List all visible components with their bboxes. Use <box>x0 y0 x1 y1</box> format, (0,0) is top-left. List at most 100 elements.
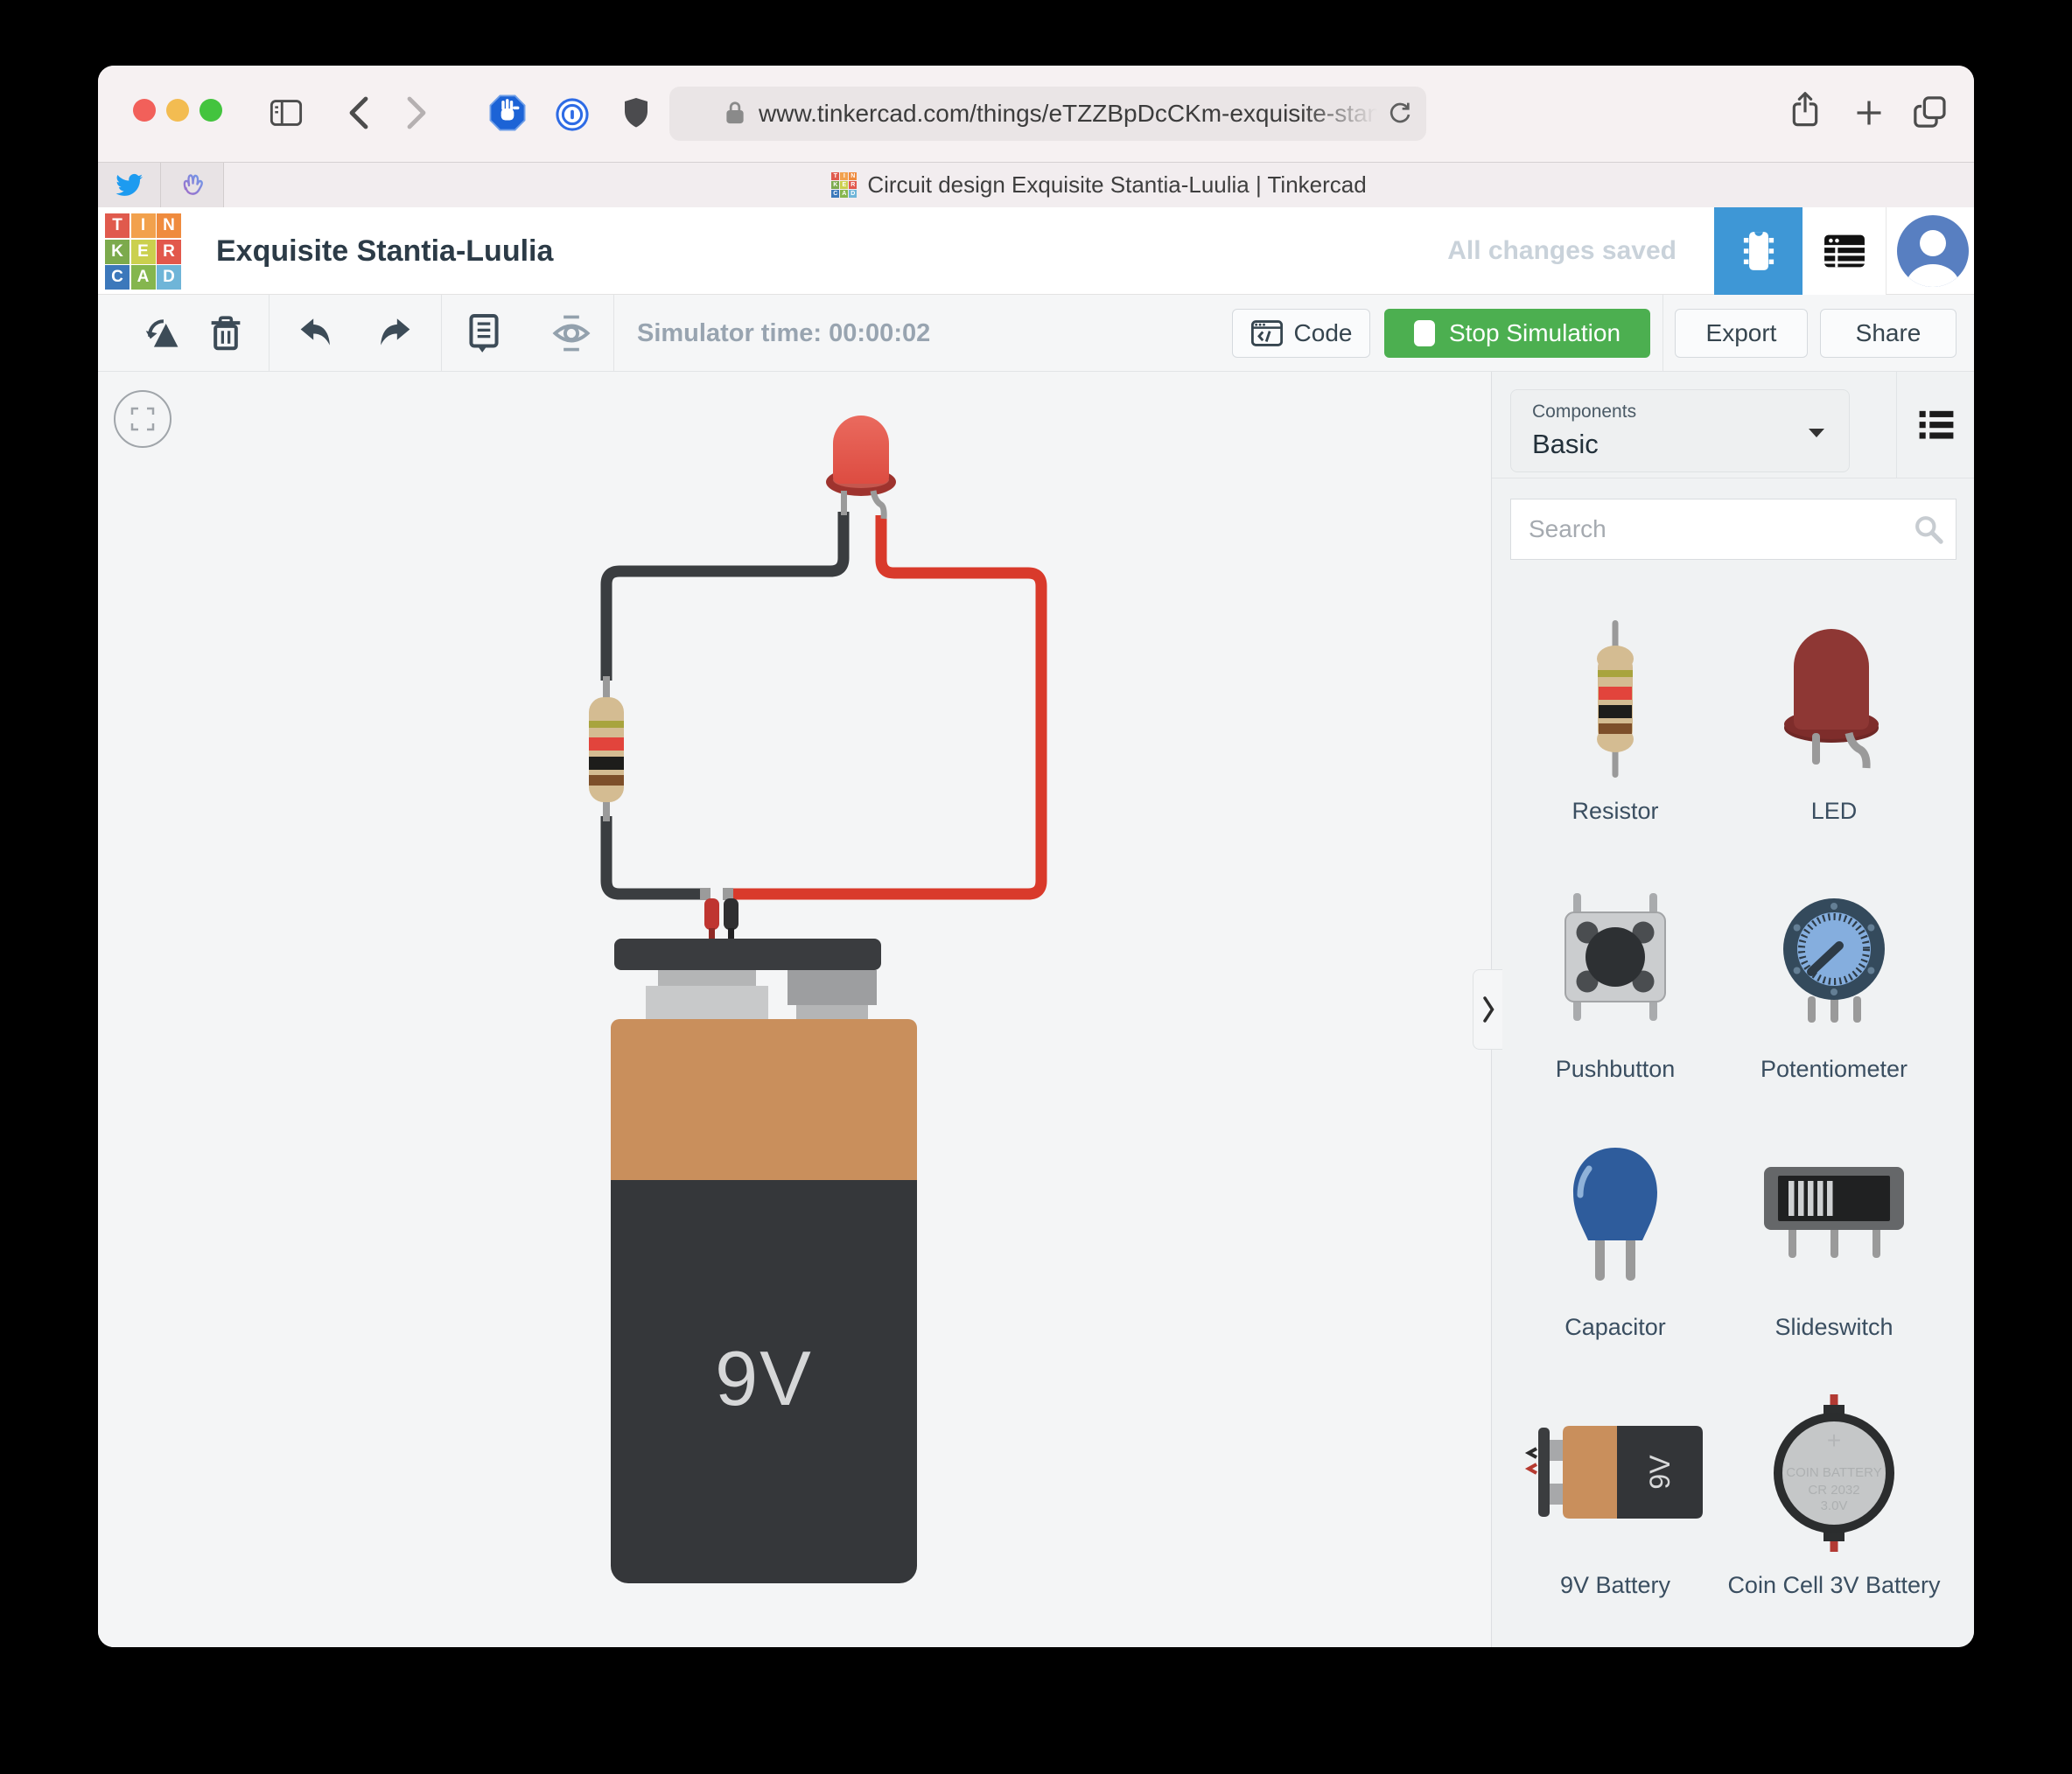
components-dropdown[interactable]: Components Basic <box>1510 389 1850 472</box>
toolbar-separator <box>613 295 614 372</box>
list-view-button[interactable] <box>1910 399 1963 451</box>
search-input[interactable] <box>1510 499 1956 560</box>
component-item-potentiometer[interactable]: Potentiometer <box>1725 871 1943 1087</box>
share-button[interactable]: Share <box>1820 309 1956 358</box>
resistor-icon <box>1588 613 1642 785</box>
black-wire[interactable] <box>600 512 850 681</box>
component-list-view-button[interactable] <box>1802 207 1886 295</box>
content-blocker-extension-icon[interactable] <box>488 94 527 132</box>
undo-icon[interactable] <box>294 312 336 354</box>
panel-header-separator <box>1896 372 1897 478</box>
coin-cell-icon: + COIN BATTERY CR 2032 3.0V <box>1768 1387 1900 1559</box>
visibility-icon[interactable] <box>550 312 592 354</box>
component-item-9v-battery[interactable]: 9V 9V Battery <box>1506 1387 1725 1603</box>
component-item-capacitor[interactable]: Capacitor <box>1506 1129 1725 1345</box>
battery-terminal <box>796 1005 868 1019</box>
components-dropdown-value: Basic <box>1532 429 1599 459</box>
delete-icon[interactable] <box>205 312 247 354</box>
active-tab[interactable]: TIN KER CAD Circuit design Exquisite Sta… <box>224 163 1974 207</box>
component-item-resistor[interactable]: Resistor <box>1506 613 1725 829</box>
tinkercad-logo[interactable]: TIN KER CAD <box>105 213 181 290</box>
resistor-band <box>589 775 624 786</box>
tab-overview-icon[interactable] <box>1911 94 1948 130</box>
component-item-led[interactable]: LED <box>1725 613 1943 829</box>
lock-icon <box>725 99 745 129</box>
positive-lead-plug <box>704 898 719 930</box>
negative-lead-plug <box>724 898 738 930</box>
chevron-right-icon <box>1482 996 1494 1023</box>
table-icon <box>1824 234 1865 268</box>
twitter-icon <box>115 173 143 196</box>
password-manager-extension-icon[interactable] <box>555 97 590 132</box>
resistor-band <box>589 737 624 751</box>
forward-button-icon[interactable] <box>406 95 429 130</box>
desktop-background: www.tinkercad.com/things/eTZZBpDcCKm-exq… <box>0 0 2072 1774</box>
battery-voltage-label: 9V <box>715 1335 813 1421</box>
resistor-lead <box>603 676 610 699</box>
person-icon <box>1906 230 1960 287</box>
panel-collapse-handle[interactable] <box>1473 969 1502 1050</box>
code-icon <box>1250 320 1283 346</box>
shield-extension-icon[interactable] <box>621 95 651 130</box>
address-bar[interactable]: www.tinkercad.com/things/eTZZBpDcCKm-exq… <box>669 87 1426 141</box>
simulator-time: Simulator time: 00:00:02 <box>637 318 931 347</box>
chevron-down-icon <box>1807 427 1826 444</box>
design-title[interactable]: Exquisite Stantia-Luulia <box>216 207 553 295</box>
safari-window: www.tinkercad.com/things/eTZZBpDcCKm-exq… <box>98 66 1974 1647</box>
simulation-toolbar: Simulator time: 00:00:02 Code Stop Simul… <box>98 295 1974 372</box>
black-wire[interactable] <box>600 816 705 900</box>
tinkercad-favicon: TIN KER CAD <box>831 172 858 198</box>
fullscreen-button[interactable] <box>200 99 222 122</box>
user-avatar[interactable] <box>1897 215 1969 287</box>
svg-text:COIN BATTERY: COIN BATTERY <box>1786 1465 1881 1480</box>
components-panel: Components Basic Search Resistor LED Pus… <box>1491 372 1974 1647</box>
battery-terminal <box>646 986 768 1019</box>
battery-body: 9V <box>611 1019 917 1583</box>
rotate-icon[interactable] <box>142 312 184 354</box>
component-item-coin-cell[interactable]: + COIN BATTERY CR 2032 3.0V Coin Cell 3V… <box>1725 1387 1943 1603</box>
circuit-view-button[interactable] <box>1714 207 1802 295</box>
close-button[interactable] <box>133 99 156 122</box>
redo-icon[interactable] <box>374 312 416 354</box>
slideswitch-icon <box>1757 1129 1911 1301</box>
stop-simulation-button[interactable]: Stop Simulation <box>1384 309 1650 358</box>
list-icon <box>1919 410 1954 439</box>
sidebar-toggle-icon[interactable] <box>270 98 303 128</box>
chip-icon <box>1743 232 1774 270</box>
component-search <box>1510 499 1956 560</box>
resistor-band <box>589 757 624 770</box>
circuit-canvas[interactable]: 9V <box>98 372 1491 1647</box>
export-button[interactable]: Export <box>1675 309 1808 358</box>
svg-text:9V: 9V <box>1644 1455 1676 1490</box>
battery-9v-icon: 9V <box>1521 1387 1710 1559</box>
battery-terminal <box>788 970 877 1005</box>
led-cathode-leg <box>841 491 847 515</box>
potentiometer-icon <box>1768 871 1900 1043</box>
share-icon[interactable] <box>1788 90 1822 130</box>
minimize-button[interactable] <box>166 99 189 122</box>
pinned-tab-hand-app[interactable] <box>161 163 224 207</box>
tinkercad-header: TIN KER CAD Exquisite Stantia-Luulia All… <box>98 207 1974 295</box>
notes-icon[interactable] <box>463 312 505 354</box>
panel-header: Components Basic <box>1492 372 1974 478</box>
capacitor-icon <box>1550 1129 1681 1301</box>
code-button[interactable]: Code <box>1232 309 1370 358</box>
svg-text:CR 2032: CR 2032 <box>1808 1483 1859 1498</box>
svg-text:3.0V: 3.0V <box>1821 1498 1848 1513</box>
main-area: 9V Components Basic Search Resistor LED … <box>98 372 1974 1647</box>
resistor-band <box>589 721 624 728</box>
back-button-icon[interactable] <box>346 95 369 130</box>
url-text: www.tinkercad.com/things/eTZZBpDcCKm-exq… <box>759 100 1377 127</box>
component-item-slideswitch[interactable]: Slideswitch <box>1725 1129 1943 1345</box>
pinned-tab-twitter[interactable] <box>98 163 161 207</box>
components-dropdown-label: Components <box>1532 402 1637 422</box>
hand-logo-icon <box>183 173 203 195</box>
reload-icon[interactable] <box>1386 99 1414 127</box>
toolbar-separator <box>269 295 270 372</box>
component-item-pushbutton[interactable]: Pushbutton <box>1506 871 1725 1087</box>
svg-text:+: + <box>1827 1427 1841 1454</box>
battery-cap <box>614 939 881 970</box>
new-tab-icon[interactable] <box>1853 97 1885 129</box>
tab-title: Circuit design Exquisite Stantia-Luulia … <box>867 171 1367 198</box>
stop-icon <box>1413 320 1435 346</box>
